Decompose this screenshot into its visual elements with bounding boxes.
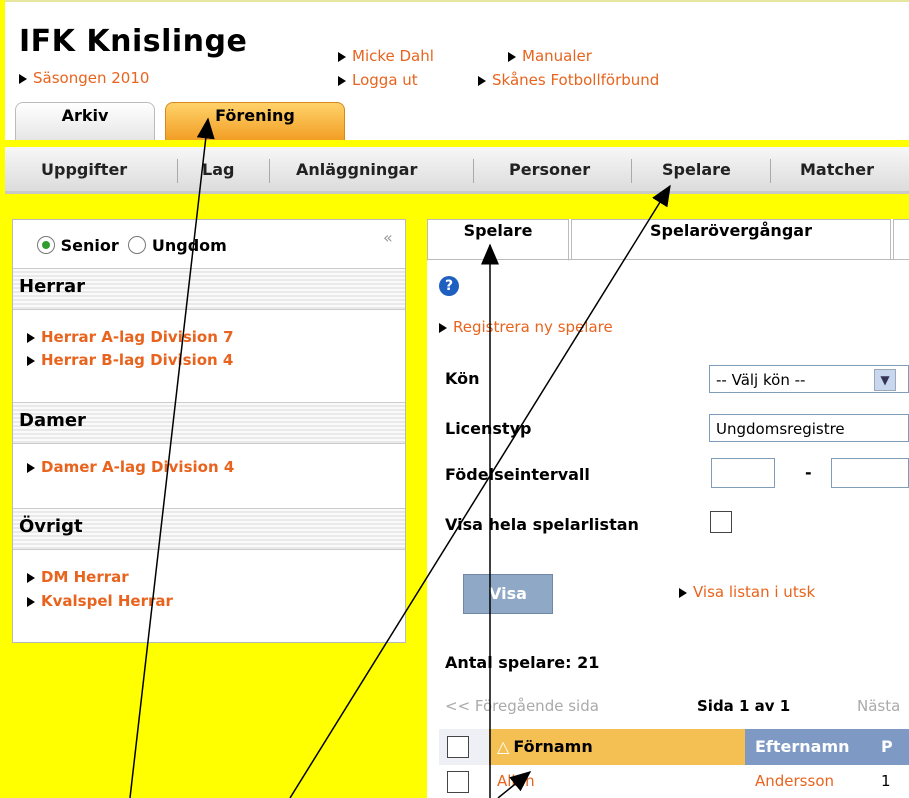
triangle-bullet-icon: [679, 587, 687, 598]
section-title-herrar: Herrar: [13, 268, 405, 310]
print-list-link[interactable]: Visa listan i utsk: [679, 582, 815, 601]
site-header: IFK Knislinge Säsongen 2010 Micke Dahl M…: [5, 0, 909, 146]
nav-personer[interactable]: Personer: [509, 147, 590, 191]
sidebar-link-dm-herrar[interactable]: DM Herrar: [27, 568, 129, 586]
tab-more[interactable]: [893, 219, 909, 260]
nav-separator: [177, 159, 178, 183]
triangle-bullet-icon: [27, 596, 35, 607]
cell-extra: 1: [881, 772, 891, 790]
cell-firstname[interactable]: Albin: [497, 772, 535, 790]
radio-senior[interactable]: [37, 236, 55, 254]
triangle-bullet-icon: [478, 75, 486, 86]
gender-select-value: -- Välj kön --: [716, 371, 806, 389]
select-all-checkbox[interactable]: [447, 736, 469, 758]
sidebar-link-damer-a[interactable]: Damer A-lag Division 4: [27, 458, 234, 476]
page-indicator: Sida 1 av 1: [697, 697, 791, 715]
section-title-damer: Damer: [13, 402, 405, 444]
next-page-link[interactable]: Nästa: [857, 697, 900, 715]
radio-ungdom[interactable]: [128, 236, 147, 254]
level-radio-group: Senior Ungdom: [37, 236, 227, 255]
row-checkbox[interactable]: [447, 771, 469, 793]
nav-anlaggningar[interactable]: Anläggningar: [296, 147, 417, 191]
section-title-ovrigt: Övrigt: [13, 508, 405, 550]
club-title: IFK Knislinge: [19, 24, 248, 59]
manuals-link[interactable]: Manualer: [508, 46, 592, 65]
column-lastname[interactable]: Efternamn: [745, 729, 875, 765]
gender-select[interactable]: -- Välj kön -- ▼: [709, 365, 909, 393]
sidebar: Senior Ungdom « Herrar Herrar A-lag Divi…: [12, 219, 406, 643]
triangle-bullet-icon: [27, 462, 35, 473]
triangle-bullet-icon: [27, 572, 35, 583]
collapse-icon[interactable]: «: [383, 228, 393, 247]
sidebar-link-kvalspel[interactable]: Kvalspel Herrar: [27, 592, 173, 610]
birth-dash: -: [805, 463, 812, 482]
main-panel: Spelare Spelarövergångar ? Registrera ny…: [427, 219, 909, 798]
show-all-label: Visa hela spelarlistan: [445, 515, 639, 534]
triangle-bullet-icon: [338, 75, 346, 86]
tab-underline: [427, 259, 909, 260]
prev-page-link[interactable]: << Föregående sida: [445, 697, 599, 715]
sort-asc-icon: △: [497, 737, 510, 756]
license-label: Licenstyp: [445, 419, 532, 438]
user-link[interactable]: Micke Dahl: [338, 46, 434, 65]
license-select[interactable]: Ungdomsregistre: [709, 414, 909, 442]
help-icon[interactable]: ?: [439, 276, 459, 296]
radio-ungdom-label: Ungdom: [151, 236, 227, 255]
visa-button[interactable]: Visa: [463, 574, 553, 614]
nav-uppgifter[interactable]: Uppgifter: [41, 147, 127, 191]
gender-label: Kön: [445, 369, 480, 388]
nav-separator: [631, 159, 632, 183]
logout-link[interactable]: Logga ut: [338, 70, 418, 89]
birth-from-input[interactable]: [711, 458, 775, 488]
register-player-link[interactable]: Registrera ny spelare: [439, 317, 613, 336]
radio-senior-label: Senior: [60, 236, 119, 255]
season-link[interactable]: Säsongen 2010: [19, 68, 149, 87]
triangle-bullet-icon: [27, 332, 35, 343]
main-nav: Uppgifter Lag Anläggningar Personer Spel…: [5, 147, 909, 194]
player-count: Antal spelare: 21: [445, 653, 600, 672]
table-header: △ Förnamn Efternamn P: [439, 729, 909, 765]
nav-lag[interactable]: Lag: [202, 147, 234, 191]
tab-spelarovergangar[interactable]: Spelarövergångar: [571, 219, 891, 260]
nav-separator: [473, 159, 474, 183]
cell-lastname[interactable]: Andersson: [755, 772, 834, 790]
birth-to-input[interactable]: [831, 458, 909, 488]
nav-separator: [770, 159, 771, 183]
column-firstname[interactable]: △ Förnamn: [489, 729, 745, 765]
sidebar-link-herrar-b[interactable]: Herrar B-lag Division 4: [27, 351, 233, 369]
triangle-bullet-icon: [508, 51, 516, 62]
show-all-checkbox[interactable]: [710, 511, 732, 533]
birth-interval-label: Födelseintervall: [445, 465, 590, 484]
table-row: Albin Andersson 1: [439, 767, 909, 798]
column-extra[interactable]: P: [875, 729, 909, 765]
triangle-bullet-icon: [27, 355, 35, 366]
nav-spelare[interactable]: Spelare: [662, 147, 731, 191]
chevron-down-icon: ▼: [874, 369, 896, 391]
nav-separator: [269, 159, 270, 183]
triangle-bullet-icon: [19, 73, 27, 84]
nav-matcher[interactable]: Matcher: [800, 147, 874, 191]
header-divider: [5, 140, 909, 146]
sidebar-link-herrar-a[interactable]: Herrar A-lag Division 7: [27, 328, 234, 346]
triangle-bullet-icon: [338, 51, 346, 62]
triangle-bullet-icon: [439, 322, 447, 333]
tab-spelare[interactable]: Spelare: [427, 219, 569, 261]
federation-link[interactable]: Skånes Fotbollförbund: [478, 70, 659, 89]
